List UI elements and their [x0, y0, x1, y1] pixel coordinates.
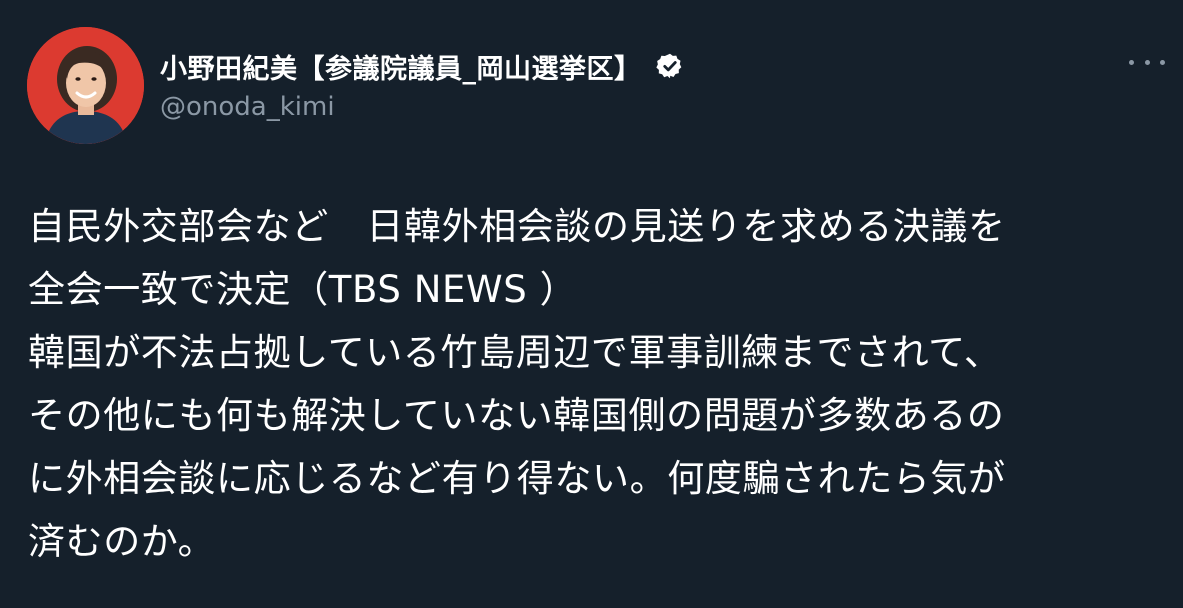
tweet-text-line: に外相会談に応じるなど有り得ない。何度騙されたら気が [28, 457, 1006, 500]
tweet-text-line: 韓国が不法占拠している竹島周辺で軍事訓練までされて、 [28, 331, 1002, 374]
name-row: 小野田紀美【参議院議員_岡山選挙区】 [160, 44, 1123, 88]
author-handle[interactable]: @onoda_kimi [160, 92, 1123, 122]
author-display-name[interactable]: 小野田紀美【参議院議員_岡山選挙区】 [160, 47, 642, 86]
tweet-text-line: 自民外交部会など 日韓外相会談の見送りを求める決議を [28, 205, 1006, 248]
avatar[interactable] [27, 27, 144, 144]
more-options-button[interactable] [1129, 52, 1165, 72]
tweet-text-line: その他にも何も解決していない韓国側の問題が多数あるの [28, 394, 1005, 437]
avatar-portrait-icon [27, 27, 144, 144]
more-horizontal-icon [1129, 59, 1134, 65]
verified-badge-icon [655, 53, 681, 79]
tweet-text-line: 全会一致で決定（TBS NEWS ） [28, 268, 578, 311]
tweet-header: 小野田紀美【参議院議員_岡山選挙区】 @onoda_kimi [160, 44, 1123, 122]
tweet-text: 自民外交部会など 日韓外相会談の見送りを求める決議を 全会一致で決定（TBS N… [28, 195, 1158, 573]
tweet-card: 小野田紀美【参議院議員_岡山選挙区】 @onoda_kimi 自民外交部会など … [0, 0, 1183, 608]
tweet-text-line: 済むのか。 [28, 520, 216, 563]
